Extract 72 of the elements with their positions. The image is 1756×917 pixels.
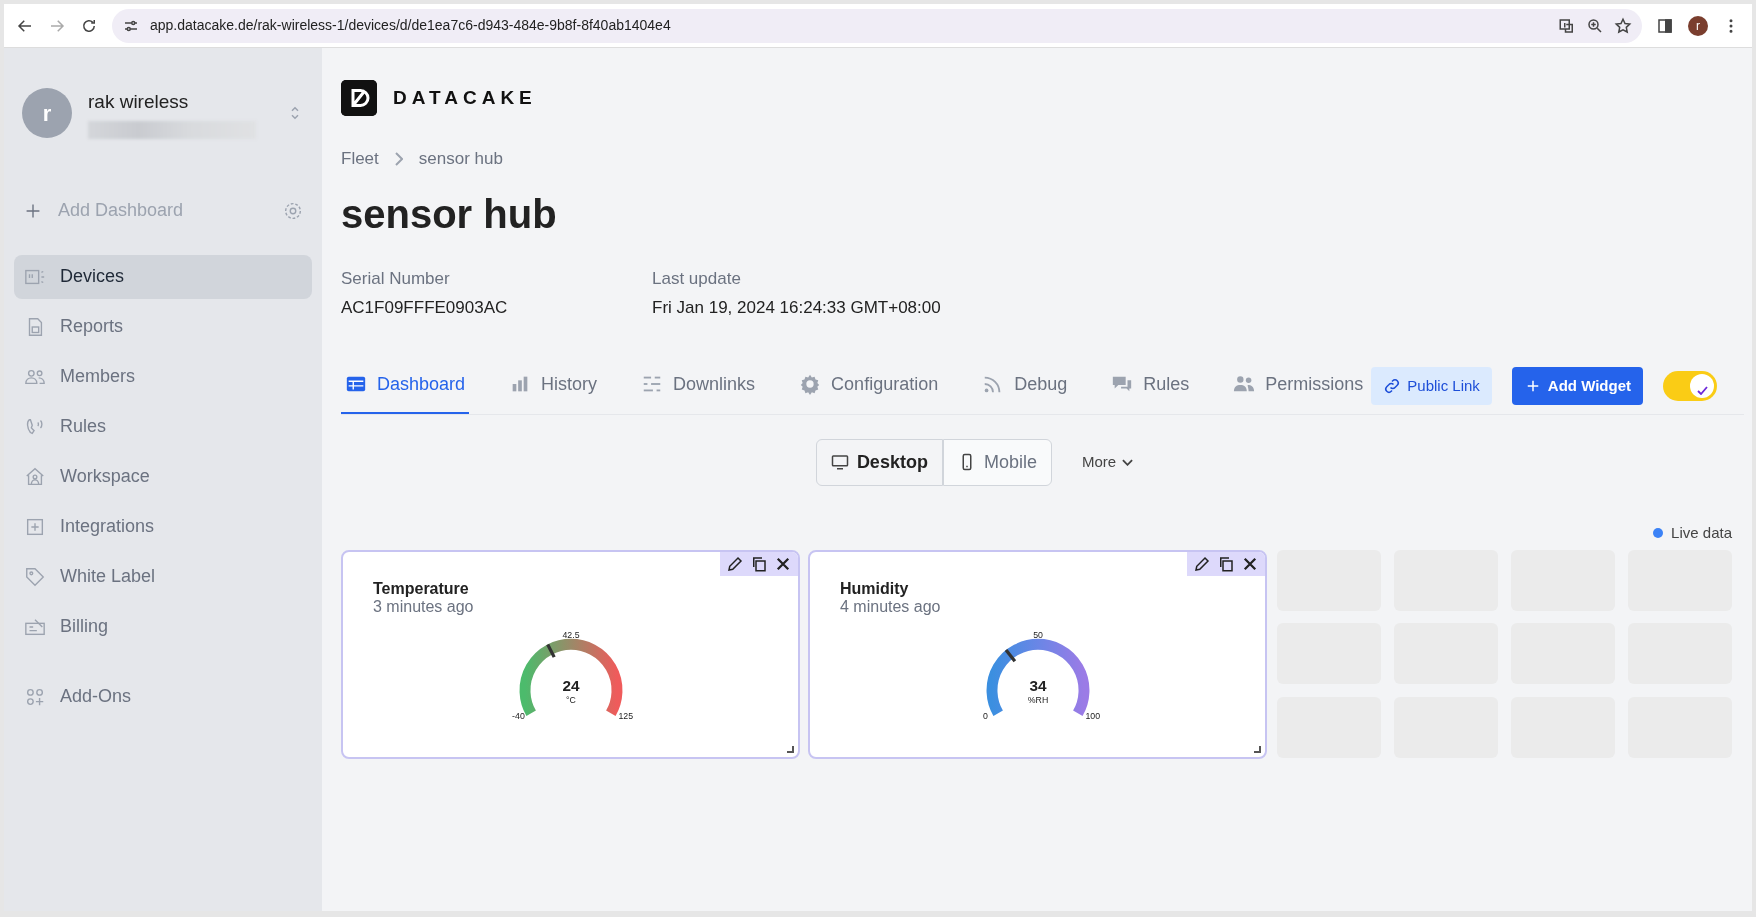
monitor-icon: [830, 453, 849, 471]
sidebar-item[interactable]: Integrations: [14, 504, 312, 549]
sidebar-item[interactable]: Workspace: [14, 454, 312, 499]
gauge-unit: °C: [565, 695, 576, 706]
live-data-label: Live data: [1671, 522, 1732, 543]
gauge-mid-label: 50: [1032, 629, 1043, 640]
live-indicator-icon: [1653, 527, 1664, 538]
resize-handle[interactable]: [1254, 746, 1261, 753]
gauge-value: 24: [561, 677, 580, 695]
widget-title: Humidity: [840, 580, 910, 598]
sidebar-item[interactable]: Add-Ons: [14, 674, 312, 719]
edit-icon[interactable]: [1193, 555, 1211, 573]
field-value: AC1F09FFFE0903AC: [341, 297, 509, 319]
more-dropdown[interactable]: More: [1075, 449, 1140, 475]
tab[interactable]: Debug: [978, 358, 1072, 414]
widget-timestamp: 3 minutes ago: [373, 597, 475, 616]
gauge-min-label: -40: [511, 711, 525, 721]
gauge-min-label: 0: [982, 711, 988, 721]
workspace-name: rak wireless: [88, 90, 190, 114]
sidebar-item[interactable]: Devices: [14, 254, 312, 299]
workspace-avatar: r: [22, 88, 72, 139]
close-icon[interactable]: [1241, 555, 1259, 573]
tab[interactable]: Permissions: [1229, 358, 1368, 414]
field-value: Fri Jan 19, 2024 16:24:33 GMT+08:00: [652, 297, 941, 319]
view-toggle-button[interactable]: Desktop: [815, 438, 943, 486]
add-widget-button[interactable]: Add Widget: [1511, 366, 1644, 406]
breadcrumb-link[interactable]: sensor hub: [418, 146, 503, 172]
logo-text: DATACAKE: [393, 85, 537, 110]
widget-title: Temperature: [373, 580, 470, 598]
profile-avatar[interactable]: r: [1688, 15, 1708, 36]
check-icon: [1696, 385, 1708, 395]
toggle-switch[interactable]: [1663, 371, 1718, 401]
tab[interactable]: History: [505, 358, 602, 414]
gauge-unit: %RH: [1027, 695, 1048, 706]
address-bar[interactable]: app.datacake.de/rak-wireless-1/devices/d/de1ea7c6-d943-484e-9b8f-8f40ab1404e4: [112, 8, 1642, 43]
widget-timestamp: 4 minutes ago: [840, 597, 942, 616]
tab[interactable]: Downlinks: [637, 358, 760, 414]
link-icon: [1383, 377, 1402, 395]
edit-icon[interactable]: [726, 555, 744, 573]
url-text: app.datacake.de/rak-wireless-1/devices/d/de1ea7c6-d943-484e-9b8f-8f40ab1404e4: [150, 16, 672, 35]
zoom-icon[interactable]: [1586, 16, 1604, 35]
close-icon[interactable]: [774, 555, 792, 573]
chevron-down-icon: [1122, 458, 1134, 466]
house-icon: [24, 465, 46, 488]
field-label: Serial Number: [341, 267, 451, 290]
field-label: Last update: [652, 267, 742, 290]
sidebar-item[interactable]: White Label: [14, 554, 312, 599]
resize-handle[interactable]: [787, 746, 794, 753]
page-title: sensor hub: [341, 190, 558, 238]
sidebar-item[interactable]: Members: [14, 354, 312, 399]
translate-icon[interactable]: [1558, 16, 1576, 35]
copy-icon[interactable]: [1217, 555, 1235, 573]
breadcrumb-link[interactable]: Fleet: [341, 146, 379, 172]
tab[interactable]: Dashboard: [341, 358, 470, 414]
view-toggle-button[interactable]: Mobile: [942, 438, 1052, 486]
tab[interactable]: Rules: [1107, 358, 1194, 414]
logo-icon: [341, 80, 377, 116]
star-icon[interactable]: [1614, 16, 1632, 35]
tab[interactable]: Configuration: [795, 358, 943, 414]
side-panel-icon[interactable]: [1656, 16, 1674, 35]
tag-icon: [24, 565, 46, 588]
chevron-right-icon: [394, 151, 403, 166]
gauge-value: 34: [1028, 677, 1047, 695]
sidebar-item[interactable]: Rules: [14, 404, 312, 449]
gauge-mid-label: 42.5: [562, 629, 579, 640]
sidebar-item[interactable]: Reports: [14, 304, 312, 349]
gauge-max-label: 125: [617, 711, 633, 721]
gauge-max-label: 100: [1084, 711, 1100, 721]
public-link-button[interactable]: Public Link: [1371, 366, 1492, 406]
gear-icon: [799, 373, 822, 395]
sidebar-item[interactable]: Billing: [14, 604, 312, 649]
copy-icon[interactable]: [750, 555, 768, 573]
